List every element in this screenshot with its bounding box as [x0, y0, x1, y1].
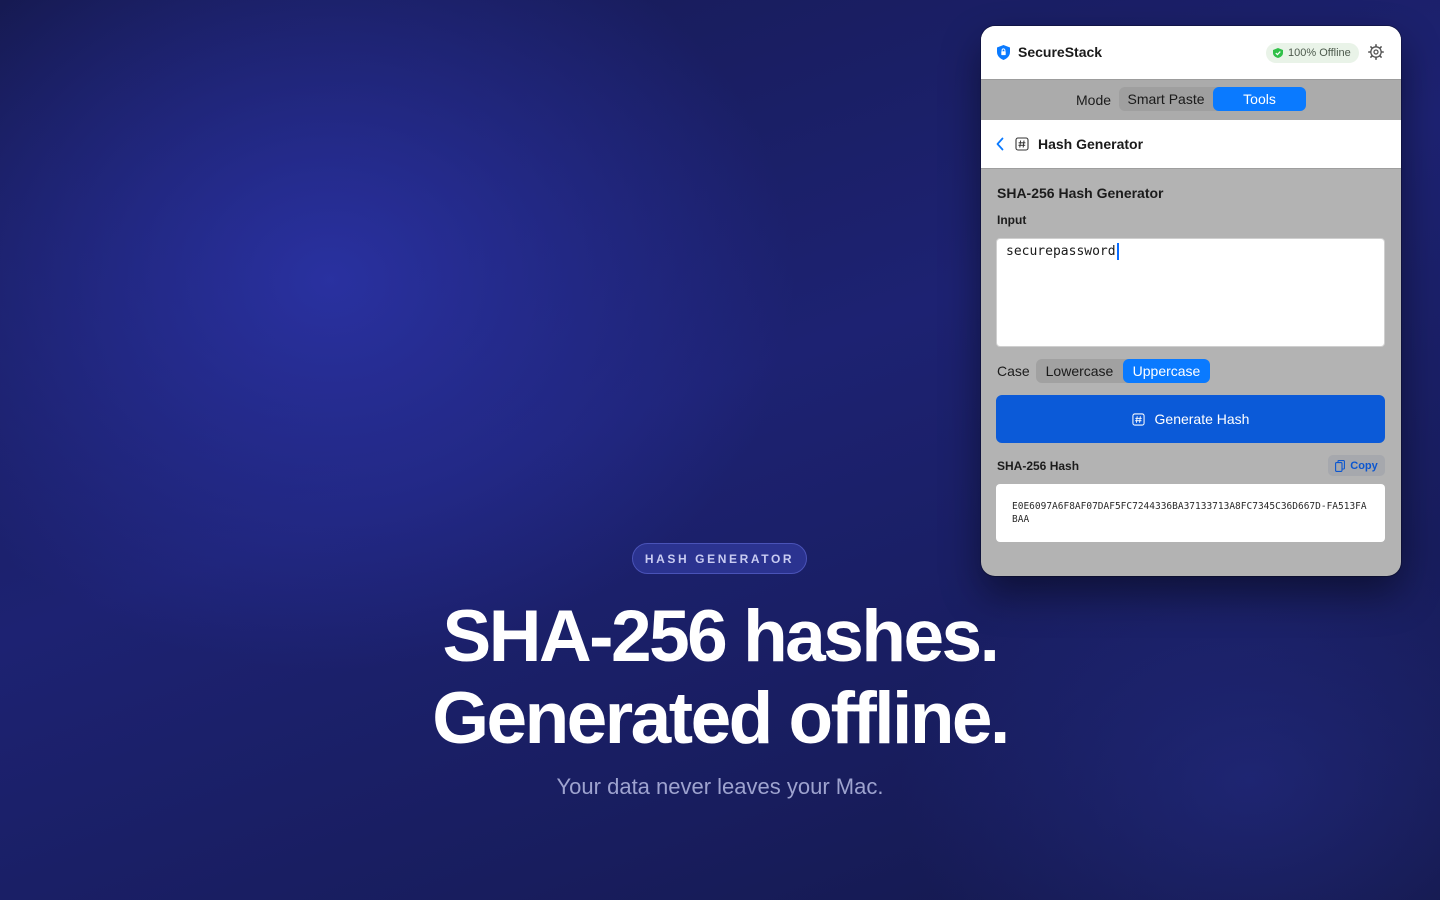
- case-lowercase-button[interactable]: Lowercase: [1036, 359, 1123, 383]
- app-name: SecureStack: [1018, 44, 1103, 60]
- subheadline: Your data never leaves your Mac.: [556, 774, 884, 799]
- app-window: SecureStack 100% Offline Mode Smart Past…: [981, 26, 1401, 576]
- shield-icon: [997, 45, 1010, 60]
- hash-output-field[interactable]: E0E6097A6F8AF07DAF5FC7244336BA37133713A8…: [996, 484, 1385, 542]
- copy-button[interactable]: Copy: [1328, 455, 1385, 476]
- mode-smart-paste-button[interactable]: Smart Paste: [1119, 87, 1213, 111]
- case-label: Case: [997, 363, 1030, 379]
- text-caret: [1117, 243, 1119, 260]
- page-title: Hash Generator: [1038, 136, 1144, 152]
- hash-input-field[interactable]: [996, 238, 1385, 347]
- headline-line-2: Generated offline.: [432, 678, 1010, 759]
- hash-icon: [1015, 137, 1029, 151]
- tool-nav-bar: Hash Generator: [981, 120, 1401, 169]
- chevron-left-icon[interactable]: [995, 137, 1005, 151]
- output-label: SHA-256 Hash: [997, 459, 1080, 473]
- section-badge: HASH GENERATOR: [632, 543, 807, 574]
- gear-icon[interactable]: [1368, 44, 1384, 60]
- mode-label: Mode: [1076, 92, 1112, 108]
- mode-bar: Mode Smart Paste Tools: [981, 79, 1401, 121]
- generate-hash-button[interactable]: Generate Hash: [996, 395, 1385, 443]
- title-bar: SecureStack 100% Offline: [981, 26, 1401, 79]
- section-title: SHA-256 Hash Generator: [997, 185, 1164, 201]
- check-shield-icon: [1273, 48, 1283, 58]
- mode-segmented-control: Smart Paste Tools: [1119, 87, 1306, 111]
- offline-status-badge: 100% Offline: [1266, 43, 1359, 63]
- case-uppercase-button[interactable]: Uppercase: [1123, 359, 1210, 383]
- copy-label: Copy: [1350, 459, 1378, 472]
- mode-tools-button[interactable]: Tools: [1213, 87, 1306, 111]
- input-label: Input: [997, 213, 1027, 227]
- case-segmented-control: Lowercase Uppercase: [1036, 359, 1210, 383]
- generate-hash-label: Generate Hash: [1154, 411, 1250, 427]
- offline-status-text: 100% Offline: [1288, 47, 1351, 59]
- hash-icon: [1131, 412, 1145, 426]
- copy-icon: [1335, 459, 1346, 472]
- headline-line-1: SHA-256 hashes.: [442, 596, 1000, 677]
